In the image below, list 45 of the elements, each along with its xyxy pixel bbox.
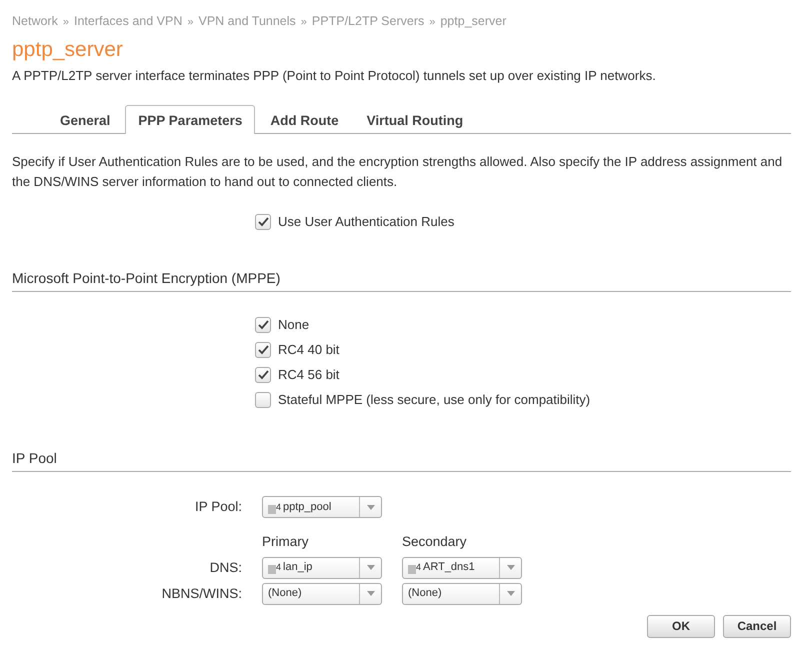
- dropdown-value: lan_ip: [283, 560, 312, 576]
- tab[interactable]: Virtual Routing: [354, 105, 476, 134]
- dialog-button[interactable]: Cancel: [723, 614, 791, 638]
- breadcrumb-separator: »: [429, 16, 436, 28]
- intro-text: Specify if User Authentication Rules are to be used, and the encryption strengths allowed. Also specify the IP address assignment and the DNS/WINS server information to hand out to connected clients.: [12, 153, 784, 191]
- dropdown-value: pptp_pool: [283, 500, 332, 516]
- breadcrumb-separator: »: [300, 16, 307, 28]
- dropdown[interactable]: (None): [402, 582, 522, 605]
- checkbox-label: RC4 56 bit: [278, 366, 340, 384]
- tab[interactable]: PPP Parameters: [125, 105, 256, 134]
- caret-icon: [506, 591, 514, 596]
- dialog-button[interactable]: OK: [647, 614, 715, 638]
- dropdown[interactable]: 4 ART_dns1: [402, 556, 522, 579]
- page-title: pptp_server: [12, 36, 124, 62]
- field-label: NBNS/WINS:: [160, 584, 242, 603]
- section-heading: Microsoft Point-to-Point Encryption (MPPE): [12, 268, 791, 292]
- dropdown-value: ART_dns1: [423, 560, 475, 576]
- dropdown-value: (None): [408, 586, 442, 602]
- column-header: Secondary: [402, 533, 468, 552]
- dropdown-value: (None): [268, 586, 302, 602]
- breadcrumb-separator: »: [62, 16, 69, 28]
- dropdown[interactable]: 4 pptp_pool: [262, 496, 382, 518]
- dropdown[interactable]: (None): [262, 582, 382, 605]
- breadcrumb-separator: »: [187, 16, 194, 28]
- caret-icon: [506, 565, 514, 570]
- checkbox-label: RC4 40 bit: [278, 341, 340, 360]
- caret-icon: [366, 504, 374, 510]
- tab[interactable]: General: [47, 105, 124, 134]
- field-label: IP Pool:: [194, 498, 242, 516]
- checkbox-label: Stateful MPPE (less secure, use only for compatibility): [278, 391, 590, 410]
- checkbox-label: Use User Authentication Rules: [278, 213, 454, 232]
- checkbox[interactable]: [255, 316, 271, 333]
- column-header: Primary: [262, 533, 310, 552]
- checkbox[interactable]: [255, 366, 271, 383]
- caret-icon: [366, 565, 374, 570]
- dropdown[interactable]: 4 lan_ip: [262, 556, 382, 579]
- caret-icon: [366, 591, 374, 596]
- checkbox[interactable]: [255, 214, 271, 230]
- tab[interactable]: Add Route: [257, 105, 352, 134]
- field-label: DNS:: [208, 558, 242, 577]
- checkbox[interactable]: [255, 342, 271, 358]
- checkbox[interactable]: [255, 392, 271, 408]
- page-description: A PPTP/L2TP server interface terminates PPP (Point to Point Protocol) tunnels set up over existing IP networks.: [12, 66, 657, 85]
- section-heading: IP Pool: [12, 448, 791, 472]
- checkbox-label: None: [278, 316, 310, 334]
